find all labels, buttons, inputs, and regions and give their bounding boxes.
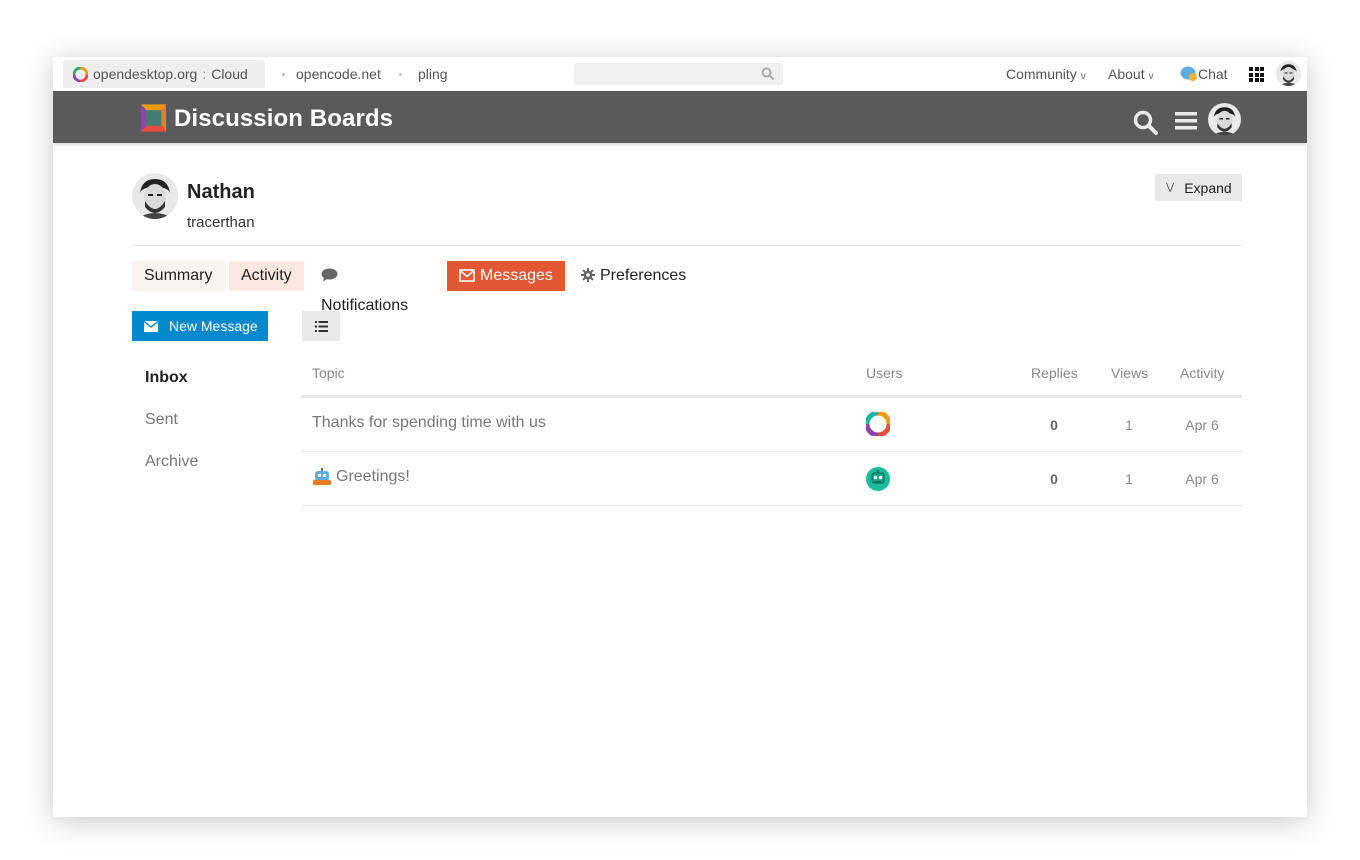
hamburger-menu-icon[interactable]: [1175, 111, 1197, 131]
tab-activity-label: Activity: [241, 267, 292, 284]
global-search-input[interactable]: [574, 63, 783, 85]
nav-community[interactable]: Community v: [1006, 57, 1086, 91]
discussion-boards-logo-icon[interactable]: [137, 101, 170, 135]
column-header-views[interactable]: Views: [1111, 365, 1148, 381]
link-separator-dot: [399, 73, 402, 76]
table-row-topic-link[interactable]: Thanks for spending time with us: [312, 414, 546, 432]
table-row-topic-link[interactable]: Greetings!: [312, 468, 410, 486]
user-username: tracerthan: [187, 214, 255, 231]
envelope-icon: [459, 269, 475, 282]
robot-icon: [313, 468, 331, 485]
user-display-name: Nathan: [187, 181, 255, 203]
link-separator-dot: [282, 73, 285, 76]
table-header-divider: [301, 395, 1242, 398]
envelope-icon: [144, 320, 158, 332]
row-divider: [301, 505, 1242, 506]
activity-date[interactable]: Apr 6: [1180, 471, 1224, 487]
tab-messages-label: Messages: [480, 267, 553, 284]
link-opencode[interactable]: opencode.net: [296, 57, 381, 91]
search-icon[interactable]: [761, 67, 775, 81]
tab-notifications[interactable]: Notifications: [309, 261, 439, 314]
nav-about[interactable]: About v: [1108, 57, 1154, 91]
nav-chat[interactable]: Chat: [1180, 57, 1228, 91]
site-header: Discussion Boards: [53, 91, 1307, 143]
system-user-avatar[interactable]: [866, 412, 890, 436]
tab-preferences[interactable]: Preferences: [569, 261, 699, 291]
list-icon: [314, 320, 328, 332]
link-pling[interactable]: pling: [418, 57, 448, 91]
topic-title: Thanks for spending time with us: [312, 414, 546, 431]
nav-about-label: About: [1108, 66, 1145, 82]
sidebar-item-sent[interactable]: Sent: [145, 411, 178, 429]
tab-preferences-label: Preferences: [600, 267, 687, 284]
global-top-bar: opendesktop.org : Cloud opencode.net pli…: [53, 57, 1307, 91]
double-chevron-down-icon: ⋁: [1166, 181, 1175, 193]
chat-bubble-icon: [1180, 66, 1197, 81]
bot-user-avatar[interactable]: [866, 467, 890, 491]
column-header-users: Users: [866, 365, 903, 381]
chevron-down-icon: v: [1148, 71, 1154, 82]
user-avatar[interactable]: [132, 173, 178, 219]
tab-activity[interactable]: Activity: [229, 261, 304, 291]
divider: [132, 245, 1242, 246]
column-header-activity[interactable]: Activity: [1180, 365, 1224, 381]
activity-date[interactable]: Apr 6: [1180, 417, 1224, 433]
tab-messages[interactable]: Messages: [447, 261, 565, 291]
search-icon[interactable]: [1133, 110, 1159, 136]
site-name: opendesktop.org: [93, 66, 198, 82]
nav-community-label: Community: [1006, 66, 1077, 82]
column-header-replies[interactable]: Replies: [1031, 365, 1078, 381]
site-switcher[interactable]: opendesktop.org : Cloud: [63, 60, 265, 88]
new-message-button[interactable]: New Message: [132, 311, 268, 341]
new-message-label: New Message: [169, 318, 258, 334]
site-separator: :: [202, 66, 207, 82]
replies-count: 0: [1050, 471, 1058, 487]
browser-page: opendesktop.org : Cloud opencode.net pli…: [53, 57, 1307, 817]
nav-chat-label: Chat: [1198, 66, 1228, 82]
site-sub: Cloud: [211, 66, 248, 82]
tab-summary-label: Summary: [144, 267, 213, 284]
apps-grid-icon[interactable]: [1249, 67, 1264, 82]
views-count: 1: [1125, 417, 1133, 433]
row-divider: [301, 451, 1242, 452]
expand-button-label: Expand: [1184, 179, 1232, 196]
column-header-topic[interactable]: Topic: [312, 365, 345, 381]
views-count: 1: [1125, 471, 1133, 487]
avatar[interactable]: [1276, 61, 1301, 86]
chevron-down-icon: v: [1080, 71, 1086, 82]
bulk-select-button[interactable]: [302, 311, 340, 341]
avatar[interactable]: [1208, 103, 1241, 136]
sidebar-item-archive[interactable]: Archive: [145, 453, 198, 471]
replies-count: 0: [1050, 417, 1058, 433]
tab-summary[interactable]: Summary: [132, 261, 226, 291]
comment-icon: [321, 268, 338, 282]
opendesktop-logo-icon: [73, 66, 88, 82]
page-title[interactable]: Discussion Boards: [174, 91, 393, 143]
sidebar-item-inbox[interactable]: Inbox: [145, 369, 188, 387]
expand-button[interactable]: ⋁ Expand: [1155, 174, 1242, 201]
gear-icon: [581, 268, 595, 282]
topic-title: Greetings!: [336, 468, 410, 485]
